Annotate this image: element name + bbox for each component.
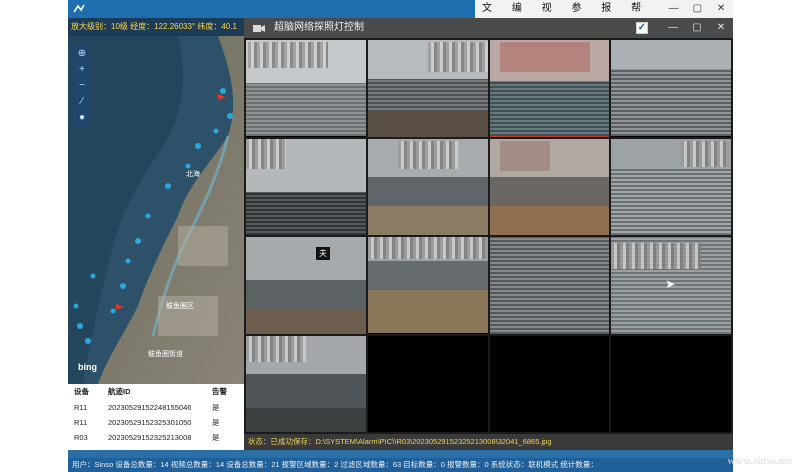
menu-alarm[interactable]: 报警 bbox=[594, 0, 624, 32]
camera-icon bbox=[253, 25, 265, 32]
camera-grid: 夫 ➤ bbox=[244, 38, 733, 434]
column-header-alarm: 告警 bbox=[212, 387, 227, 396]
cell-track-id: 20230529152325301050 bbox=[108, 418, 192, 427]
maximize-button[interactable]: ▢ bbox=[686, 0, 710, 18]
menu-bar: 文件 编辑 视图 参数 报警 帮助 — ▢ ✕ bbox=[475, 0, 733, 32]
always-on-top-checkbox[interactable]: ✓ bbox=[636, 22, 648, 34]
cell-track-id: 20230529152248155046 bbox=[108, 403, 192, 412]
cell-device: R11 bbox=[74, 403, 88, 412]
menu-file[interactable]: 文件 bbox=[475, 0, 505, 32]
zoom-out-icon[interactable]: − bbox=[75, 79, 89, 93]
camera-tile-9[interactable]: 夫 bbox=[246, 237, 366, 334]
column-header-device: 设备 bbox=[74, 387, 89, 396]
measure-icon[interactable]: ⁄ bbox=[75, 95, 89, 109]
cell-alarm: 是 bbox=[212, 418, 220, 427]
zoom-in-icon[interactable]: + bbox=[75, 63, 89, 77]
menu-help[interactable]: 帮助 bbox=[624, 0, 654, 32]
save-status-line: 状态：已成功保存：D:\SYSTEM\Alarm\PIC\\R03\202305… bbox=[244, 434, 733, 450]
camera-tile-4[interactable] bbox=[611, 40, 731, 137]
camera-window-controls: — ▢ ✕ bbox=[661, 18, 733, 38]
camera-window-titlebar: 超脑网络探照灯控制 ✓ — ▢ ✕ bbox=[244, 18, 733, 38]
cell-alarm: 是 bbox=[212, 433, 220, 442]
locate-icon[interactable]: ⊕ bbox=[75, 47, 89, 61]
camera-tile-14-empty[interactable] bbox=[367, 335, 488, 432]
marker-icon[interactable]: ● bbox=[75, 111, 89, 125]
camera-tile-1[interactable] bbox=[246, 40, 366, 137]
camera-tile-7[interactable] bbox=[489, 138, 610, 235]
table-row[interactable]: R03 20230529152325213008 是 bbox=[68, 430, 244, 445]
cell-alarm: 是 bbox=[212, 403, 220, 412]
watermark-logo: SINSO 星烁科技 bbox=[4, 8, 54, 34]
camera-label: 夫 bbox=[316, 247, 330, 260]
menu-params[interactable]: 参数 bbox=[564, 0, 594, 32]
camera-window-title: 超脑网络探照灯控制 bbox=[274, 22, 364, 33]
title-bar: 文件 编辑 视图 参数 报警 帮助 — ▢ ✕ bbox=[68, 0, 733, 32]
camera-tile-5[interactable] bbox=[246, 138, 366, 235]
watermark-url: www.sinso.net bbox=[727, 455, 792, 467]
menu-spacer bbox=[654, 0, 662, 18]
camera-minimize-button[interactable]: — bbox=[661, 18, 685, 38]
watermark-logo-subtitle: 星烁科技 bbox=[22, 25, 54, 34]
mouse-cursor-icon: ➤ bbox=[665, 277, 676, 291]
svg-text:鲅鱼圈区: 鲅鱼圈区 bbox=[166, 301, 194, 310]
table-row[interactable]: R11 20230529152248155046 是 bbox=[68, 400, 244, 415]
map-info-bar: 放大级别：10级 经度：122.26033° 纬度：40.1 bbox=[68, 18, 244, 36]
minimize-button[interactable]: — bbox=[662, 0, 686, 18]
bing-attribution: bing bbox=[78, 362, 97, 372]
cell-device: R11 bbox=[74, 418, 88, 427]
track-table: 设备 航迹ID 告警 R11 20230529152248155046 是 R1… bbox=[68, 384, 244, 450]
satellite-map: 北海 鲅鱼圈区 鲅鱼圈街道 bbox=[68, 36, 244, 384]
table-header: 设备 航迹ID 告警 bbox=[68, 384, 244, 400]
main-window: 文件 编辑 视图 参数 报警 帮助 — ▢ ✕ 放大级别：10级 经度：122.… bbox=[68, 0, 733, 472]
cell-device: R03 bbox=[74, 433, 88, 442]
camera-tile-12[interactable]: ➤ bbox=[611, 237, 731, 334]
camera-tile-10[interactable] bbox=[367, 237, 488, 334]
column-header-track-id: 航迹ID bbox=[108, 387, 131, 396]
screen: 文件 编辑 视图 参数 报警 帮助 — ▢ ✕ 放大级别：10级 经度：122.… bbox=[0, 0, 800, 472]
status-bar: 用户：Sinso 设备总数量：14 视频总数量：14 设备总数量：21 报警区域… bbox=[68, 458, 733, 472]
camera-tile-13[interactable] bbox=[246, 335, 366, 432]
app-logo-icon bbox=[73, 4, 85, 13]
map-panel[interactable]: 北海 鲅鱼圈区 鲅鱼圈街道 ⊕ + − ⁄ ● bing bbox=[68, 36, 244, 384]
close-button[interactable]: ✕ bbox=[709, 0, 733, 18]
svg-text:鲅鱼圈街道: 鲅鱼圈街道 bbox=[148, 349, 183, 358]
camera-tile-3[interactable] bbox=[489, 40, 610, 137]
camera-tile-8[interactable] bbox=[611, 138, 731, 235]
svg-text:北海: 北海 bbox=[186, 169, 200, 178]
camera-close-button[interactable]: ✕ bbox=[709, 18, 733, 38]
table-row[interactable]: R11 20230529152325301050 是 bbox=[68, 415, 244, 430]
menu-view[interactable]: 视图 bbox=[535, 0, 565, 32]
watermark-logo-text: SINSO bbox=[4, 8, 51, 25]
status-separator bbox=[68, 450, 733, 458]
menu-edit[interactable]: 编辑 bbox=[505, 0, 535, 32]
camera-tile-11[interactable] bbox=[489, 237, 610, 334]
camera-tile-6[interactable] bbox=[367, 138, 488, 235]
camera-tile-2[interactable] bbox=[367, 40, 488, 137]
camera-maximize-button[interactable]: ▢ bbox=[685, 18, 709, 38]
camera-tile-16-empty[interactable] bbox=[611, 335, 731, 432]
map-toolbar: ⊕ + − ⁄ ● bbox=[74, 44, 90, 128]
camera-tile-15-empty[interactable] bbox=[489, 335, 610, 432]
cell-track-id: 20230529152325213008 bbox=[108, 433, 192, 442]
